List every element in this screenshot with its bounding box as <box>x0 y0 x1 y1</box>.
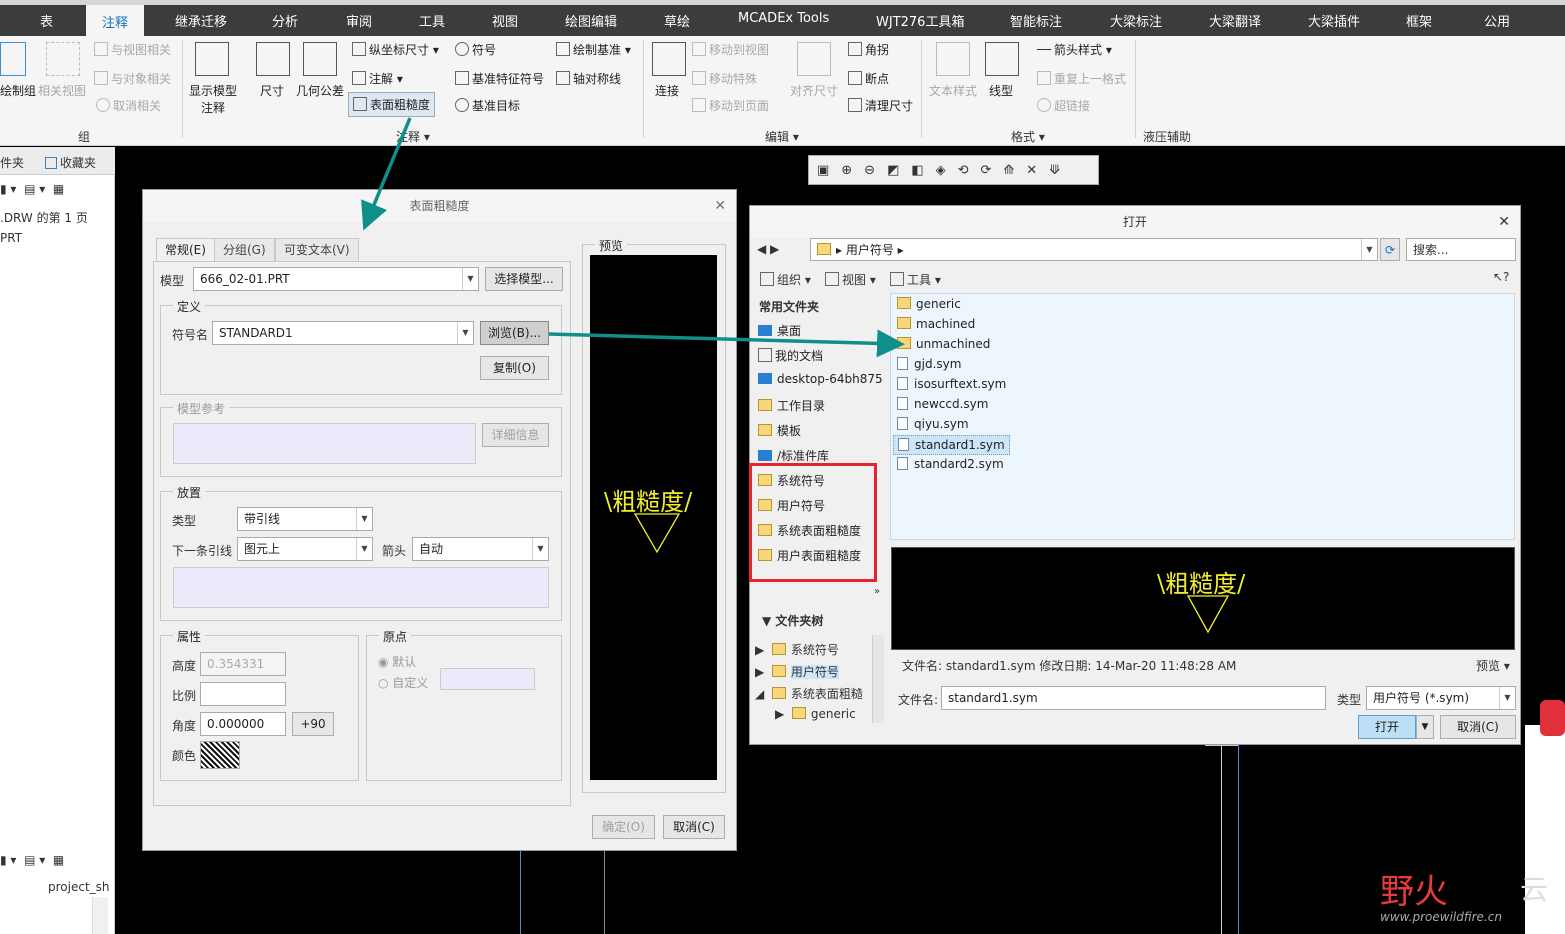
watermark-url: www.proewildfire.cn <box>1380 910 1502 924</box>
watermark-brand: 野火 <box>1380 872 1448 912</box>
annotation-arrows <box>361 117 905 358</box>
watermark-cloud-icon: 云 <box>1520 873 1549 906</box>
